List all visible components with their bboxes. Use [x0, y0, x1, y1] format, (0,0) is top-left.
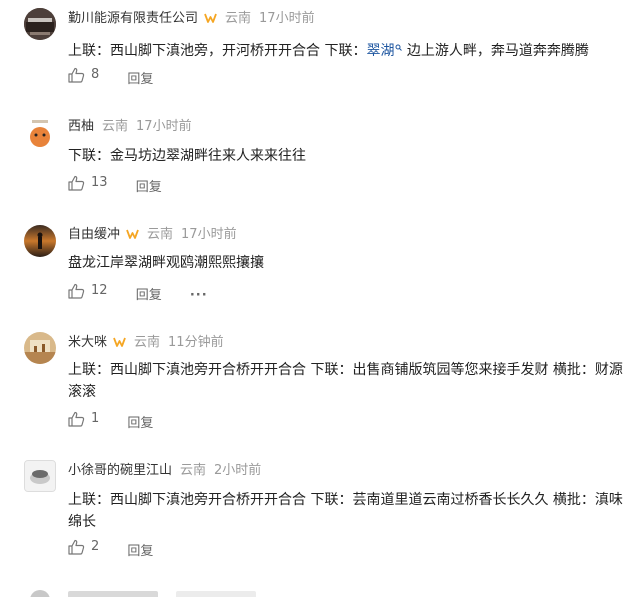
avatar-image: [24, 225, 56, 257]
username[interactable]: 小徐哥的碗里江山: [68, 463, 172, 478]
verified-badge-icon: [113, 336, 126, 354]
location: 云南: [134, 335, 161, 350]
comment-actions: 12 回复 ···: [68, 282, 208, 305]
avatar[interactable]: [24, 8, 56, 40]
like-count: 1: [91, 411, 100, 426]
location: 云南: [147, 227, 174, 242]
comment-header: 西柚 云南 17小时前: [68, 118, 192, 136]
comment-text: 下联：金马坊边翠湖畔往来人来来往往: [68, 148, 306, 164]
verified-badge-icon: [204, 12, 217, 30]
comment-actions: 8 回复: [68, 66, 153, 89]
comment-header: 自由缓冲 云南 17小时前: [68, 226, 237, 246]
avatar[interactable]: [24, 225, 56, 257]
search-link[interactable]: 翠湖: [366, 43, 394, 59]
username-placeholder: [68, 591, 158, 597]
avatar[interactable]: [24, 460, 56, 492]
comment-text-part: 边上游人畔，奔马道奔奔腾腾: [402, 43, 589, 59]
username[interactable]: 勤川能源有限责任公司: [68, 11, 198, 26]
avatar-image: [24, 8, 56, 40]
like-button[interactable]: 12: [68, 282, 108, 300]
like-button[interactable]: 13: [68, 174, 108, 192]
timestamp: 17小时前: [136, 119, 192, 134]
thumbs-up-icon: [68, 175, 85, 191]
verified-badge-icon: [126, 228, 139, 246]
avatar-image: [24, 116, 56, 148]
thumbs-up-icon: [68, 283, 85, 299]
like-count: 13: [91, 175, 108, 190]
thumbs-up-icon: [68, 539, 85, 555]
comment-actions: 2 回复: [68, 538, 153, 561]
avatar-image: [25, 461, 55, 491]
timestamp: 17小时前: [259, 11, 315, 26]
thumbs-up-icon: [68, 411, 85, 427]
next-comment-cutoff: [0, 588, 636, 597]
comment-header: 小徐哥的碗里江山 云南 2小时前: [68, 462, 261, 480]
like-button[interactable]: 1: [68, 410, 99, 428]
like-button[interactable]: 8: [68, 66, 99, 84]
comment-text: 盘龙江岸翠湖畔观鸥潮熙熙攘攘: [68, 255, 264, 271]
comment-text: 上联：西山脚下滇池旁，开河桥开开合合 下联：翠湖 边上游人畔，奔马道奔奔腾腾: [68, 36, 624, 62]
avatar-image: [24, 332, 56, 364]
like-button[interactable]: 2: [68, 538, 99, 556]
comment-text: 上联：西山脚下滇池旁开合桥开开合合 下联：芸南道里道云南过桥香长长久久 横批：滇…: [68, 492, 623, 530]
avatar: [30, 590, 50, 597]
comment-header: 米大咪 云南 11分钟前: [68, 334, 224, 354]
meta-placeholder: [176, 591, 256, 597]
comment-actions: 1 回复: [68, 410, 153, 433]
location: 云南: [102, 119, 129, 134]
reply-button[interactable]: 回复: [127, 72, 153, 87]
comment-text-part: 上联：西山脚下滇池旁，开河桥开开合合 下联：: [68, 43, 367, 59]
reply-button[interactable]: 回复: [127, 544, 153, 559]
location: 云南: [225, 11, 252, 26]
timestamp: 2小时前: [214, 463, 262, 478]
timestamp: 11分钟前: [168, 335, 224, 350]
reply-button[interactable]: 回复: [136, 180, 162, 195]
reply-button[interactable]: 回复: [136, 288, 162, 303]
thumbs-up-icon: [68, 67, 85, 83]
like-count: 2: [91, 539, 100, 554]
avatar[interactable]: [24, 116, 56, 148]
comment-actions: 13 回复: [68, 174, 162, 197]
comment-header: 勤川能源有限责任公司 云南 17小时前: [68, 10, 315, 30]
location: 云南: [180, 463, 207, 478]
username[interactable]: 西柚: [68, 119, 94, 134]
timestamp: 17小时前: [181, 227, 237, 242]
more-icon[interactable]: ···: [190, 288, 208, 303]
username[interactable]: 米大咪: [68, 335, 107, 350]
avatar[interactable]: [24, 332, 56, 364]
comment-text: 上联：西山脚下滇池旁开合桥开开合合 下联：出售商铺版筑园等您来接手发财 横批：财…: [68, 362, 623, 400]
like-count: 8: [91, 67, 100, 82]
username[interactable]: 自由缓冲: [68, 227, 120, 242]
reply-button[interactable]: 回复: [127, 416, 153, 431]
like-count: 12: [91, 283, 108, 298]
